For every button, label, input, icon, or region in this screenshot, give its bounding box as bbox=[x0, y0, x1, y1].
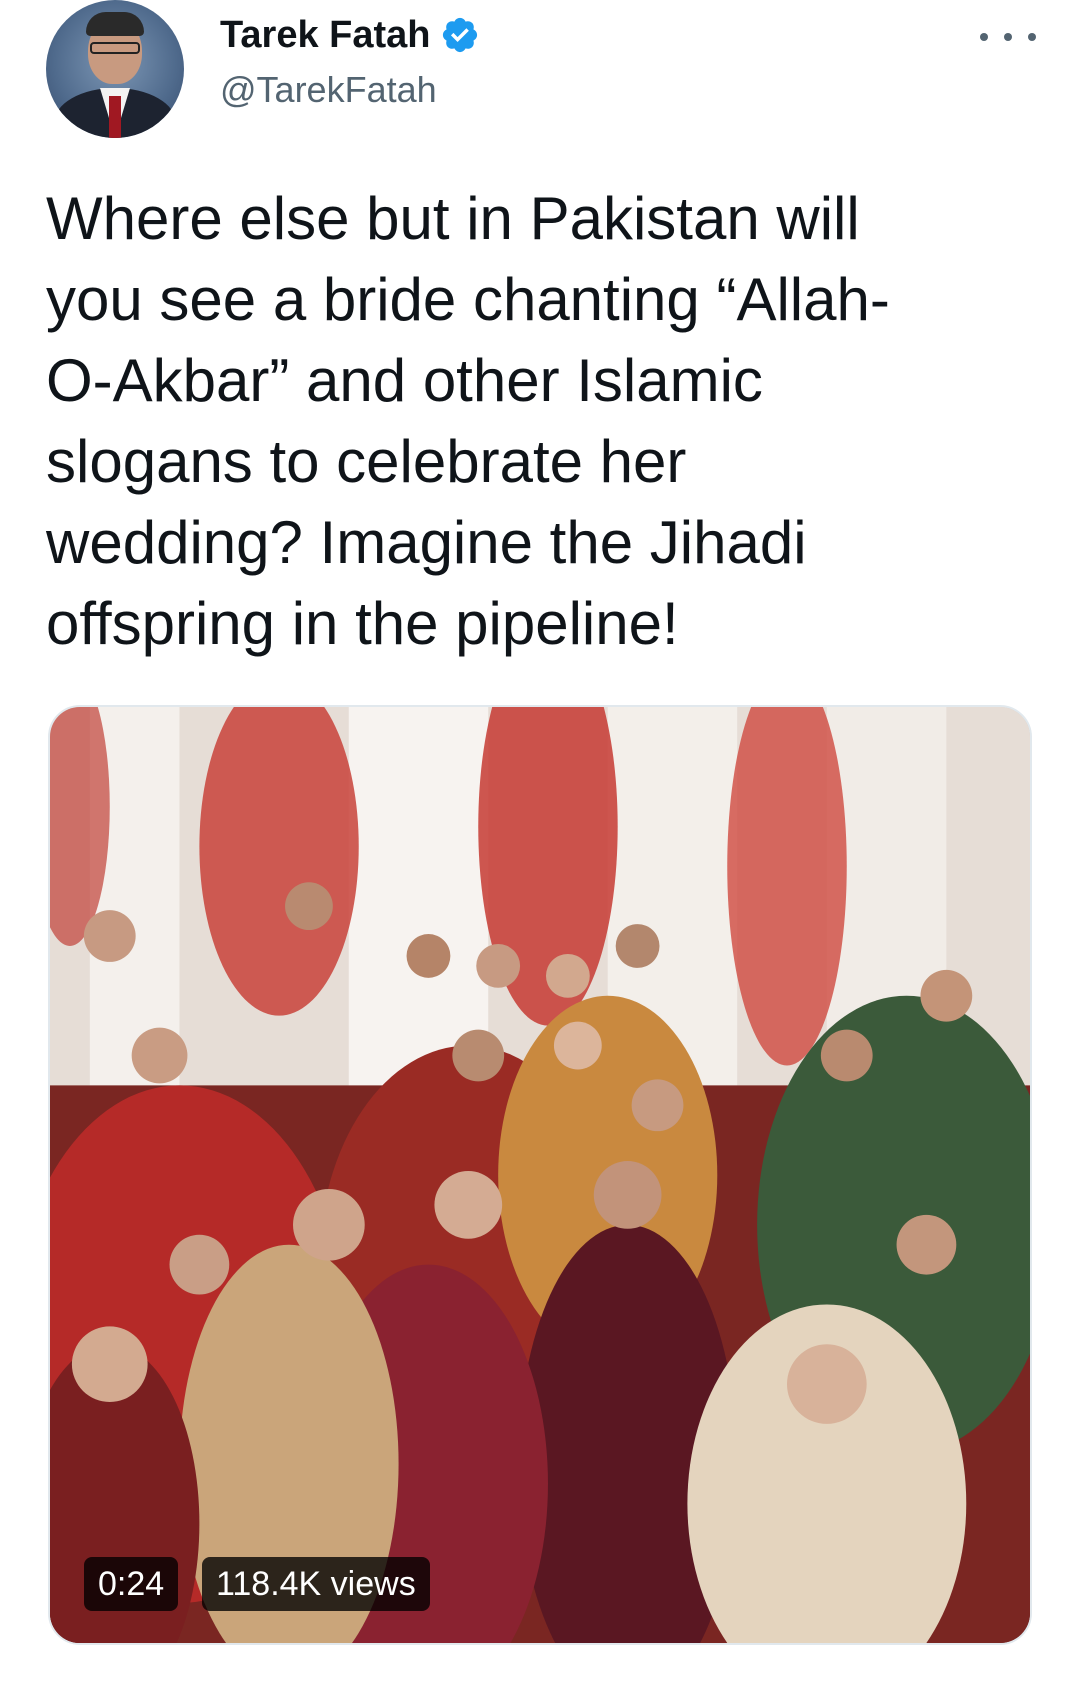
tweet-text: Where else but in Pakistan will you see … bbox=[46, 185, 890, 657]
more-horizontal-icon bbox=[980, 33, 988, 41]
author-handle[interactable]: @TarekFatah bbox=[220, 68, 437, 112]
tweet-header: Tarek Fatah @TarekFatah bbox=[0, 0, 1080, 160]
video-views-badge: 118.4K views bbox=[202, 1557, 430, 1611]
more-horizontal-icon-dot bbox=[1004, 33, 1012, 41]
more-options-button[interactable] bbox=[980, 22, 1036, 52]
more-horizontal-icon-dot bbox=[1028, 33, 1036, 41]
video-duration-badge: 0:24 bbox=[84, 1557, 179, 1611]
author-display-name[interactable]: Tarek Fatah bbox=[220, 12, 430, 58]
author-name-row[interactable]: Tarek Fatah bbox=[220, 12, 480, 58]
video-thumbnail bbox=[50, 707, 1030, 1643]
verified-badge-icon bbox=[443, 17, 478, 53]
avatar-glasses bbox=[90, 42, 140, 54]
avatar[interactable] bbox=[46, 0, 184, 138]
avatar-hair bbox=[86, 12, 144, 36]
avatar-tie bbox=[109, 96, 121, 138]
video-player[interactable]: 0:24 118.4K views bbox=[48, 705, 1032, 1645]
